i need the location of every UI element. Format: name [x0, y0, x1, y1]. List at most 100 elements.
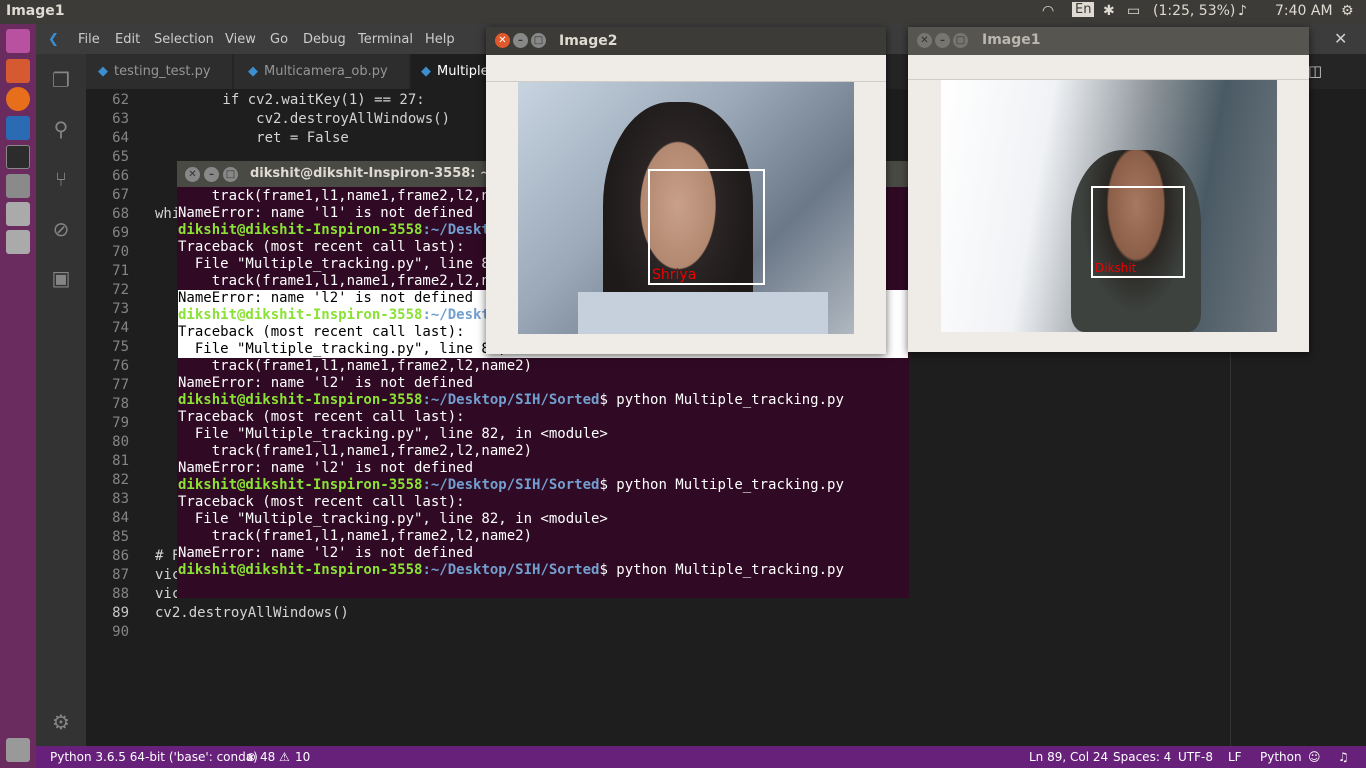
line-number: 68 [112, 206, 129, 222]
settings-gear-icon[interactable]: ⚙ [49, 710, 73, 734]
drive-icon[interactable] [6, 202, 30, 226]
line-number: 83 [112, 491, 129, 507]
battery-icon[interactable]: ▭ [1127, 3, 1140, 19]
extensions-icon[interactable]: ▣ [49, 266, 73, 290]
system-gear-icon[interactable]: ⚙ [1341, 3, 1354, 19]
close-button[interactable]: ✕ [185, 167, 200, 182]
search-icon[interactable]: ⚲ [49, 117, 73, 141]
window-title: Image2 [559, 33, 618, 49]
code-line[interactable]: ret = False [155, 130, 349, 146]
menu-debug[interactable]: Debug [303, 32, 346, 47]
menu-selection[interactable]: Selection [154, 32, 214, 47]
warning-icon[interactable]: ⚠ [279, 750, 290, 764]
clock[interactable]: 7:40 AM [1275, 3, 1333, 19]
cursor-position[interactable]: Ln 89, Col 24 [1029, 750, 1108, 764]
activity-bar: ❐ ⚲ ⑂ ⊘ ▣ ⚙ [36, 54, 86, 746]
explorer-icon[interactable]: ❐ [49, 68, 73, 92]
split-editor-icon[interactable]: ◫ [1308, 62, 1322, 80]
tab-label: Multicamera_ob.py [264, 64, 388, 79]
python-file-icon: ◆ [98, 64, 108, 79]
maximize-button[interactable]: □ [223, 167, 238, 182]
files-icon[interactable] [6, 59, 30, 83]
bluetooth-icon[interactable]: ✱ [1103, 3, 1115, 19]
keyboard-layout-indicator[interactable]: En [1072, 2, 1095, 17]
drive-icon-2[interactable] [6, 230, 30, 254]
face-label: Dikshit [1095, 261, 1137, 275]
ubuntu-dash-icon[interactable] [6, 29, 30, 53]
python-file-icon: ◆ [248, 64, 258, 79]
prompt-command: $ python Multiple_tracking.py [599, 477, 844, 493]
terminal-line: Traceback (most recent call last): [178, 409, 908, 426]
minimize-button[interactable]: – [513, 33, 528, 48]
menu-terminal[interactable]: Terminal [358, 32, 413, 47]
line-number: 76 [112, 358, 129, 374]
line-number: 88 [112, 586, 129, 602]
minimize-button[interactable]: – [204, 167, 219, 182]
battery-status[interactable]: (1:25, 53%) [1153, 3, 1235, 19]
image2-window[interactable]: ✕ – □ Image2 Shriya [486, 27, 886, 354]
output-text: NameError: name 'l2' is not defined [178, 290, 474, 306]
menu-view[interactable]: View [225, 32, 256, 47]
terminal-line: dikshit@dikshit-Inspiron-3558:~/Desktop/… [178, 477, 908, 494]
maximize-button[interactable]: □ [953, 33, 968, 48]
indentation[interactable]: Spaces: 4 [1113, 750, 1171, 764]
line-number: 70 [112, 244, 129, 260]
language-mode[interactable]: Python [1260, 750, 1302, 764]
tab-label: Multiple [437, 64, 489, 79]
line-number: 77 [112, 377, 129, 393]
volume-icon[interactable]: ♪ [1238, 3, 1247, 19]
close-window-icon[interactable]: ✕ [1334, 29, 1347, 48]
warning-count[interactable]: 10 [295, 750, 310, 764]
top-panel: Image1 ◠ En ✱ ▭ (1:25, 53%) ♪ 7:40 AM ⚙ [0, 0, 1366, 24]
tab-multicamera[interactable]: ◆ Multicamera_ob.py [234, 54, 410, 89]
terminal-line: track(frame1,l1,name1,frame2,l2,name2) [178, 443, 908, 460]
image1-window[interactable]: ✕ – □ Image1 Dikshit [908, 27, 1309, 352]
tab-multiple-tracking[interactable]: ◆ Multiple [411, 54, 491, 89]
output-text: track(frame1,l1,name1,frame2,l2,name2) [178, 273, 533, 289]
image1-titlebar[interactable]: ✕ – □ Image1 [908, 27, 1309, 55]
menu-edit[interactable]: Edit [115, 32, 140, 47]
encoding[interactable]: UTF-8 [1178, 750, 1213, 764]
window-title: Image1 [982, 32, 1041, 48]
toolbar-area [486, 55, 886, 82]
code-line[interactable]: if cv2.waitKey(1) == 27: [155, 92, 424, 108]
image2-titlebar[interactable]: ✕ – □ Image2 [486, 27, 886, 55]
camera-frame: Shriya [518, 82, 854, 334]
line-number: 79 [112, 415, 129, 431]
python-interpreter[interactable]: Python 3.6.5 64-bit ('base': conda) [50, 750, 258, 764]
code-line[interactable]: cv2.destroyAllWindows() [155, 605, 349, 621]
trash-icon[interactable] [6, 738, 30, 762]
output-text: NameError: name 'l2' is not defined [178, 375, 474, 391]
prompt-path: :~/Desktop/SIH/Sorted [422, 562, 600, 578]
terminal-line: dikshit@dikshit-Inspiron-3558:~/Desktop/… [178, 562, 908, 579]
menu-go[interactable]: Go [270, 32, 288, 47]
code-line[interactable]: cv2.destroyAllWindows() [155, 111, 450, 127]
debug-icon[interactable]: ⊘ [49, 217, 73, 241]
terminal-launcher-icon[interactable] [6, 145, 30, 169]
minimize-button[interactable]: – [935, 33, 950, 48]
line-number: 75 [112, 339, 129, 355]
line-number: 85 [112, 529, 129, 545]
menu-help[interactable]: Help [425, 32, 455, 47]
line-number: 63 [112, 111, 129, 127]
close-button[interactable]: ✕ [917, 33, 932, 48]
firefox-icon[interactable] [6, 87, 30, 111]
line-ending[interactable]: LF [1228, 750, 1242, 764]
line-number: 69 [112, 225, 129, 241]
line-number: 73 [112, 301, 129, 317]
maximize-button[interactable]: □ [531, 33, 546, 48]
prompt-command: $ python Multiple_tracking.py [599, 562, 844, 578]
shirt-region [578, 292, 828, 334]
source-control-icon[interactable]: ⑂ [49, 167, 73, 191]
error-count[interactable]: 48 [260, 750, 275, 764]
wifi-icon[interactable]: ◠ [1042, 3, 1054, 19]
help-icon[interactable] [6, 174, 30, 198]
line-number: 66 [112, 168, 129, 184]
tab-testing-test[interactable]: ◆ testing_test.py [86, 54, 233, 89]
error-icon[interactable]: ⊗ [246, 750, 256, 764]
menu-file[interactable]: File [78, 32, 100, 47]
feedback-icon[interactable]: ☺ [1308, 750, 1321, 764]
vscode-launcher-icon[interactable] [6, 116, 30, 140]
close-button[interactable]: ✕ [495, 33, 510, 48]
notifications-bell-icon[interactable]: ♫ [1338, 750, 1349, 764]
